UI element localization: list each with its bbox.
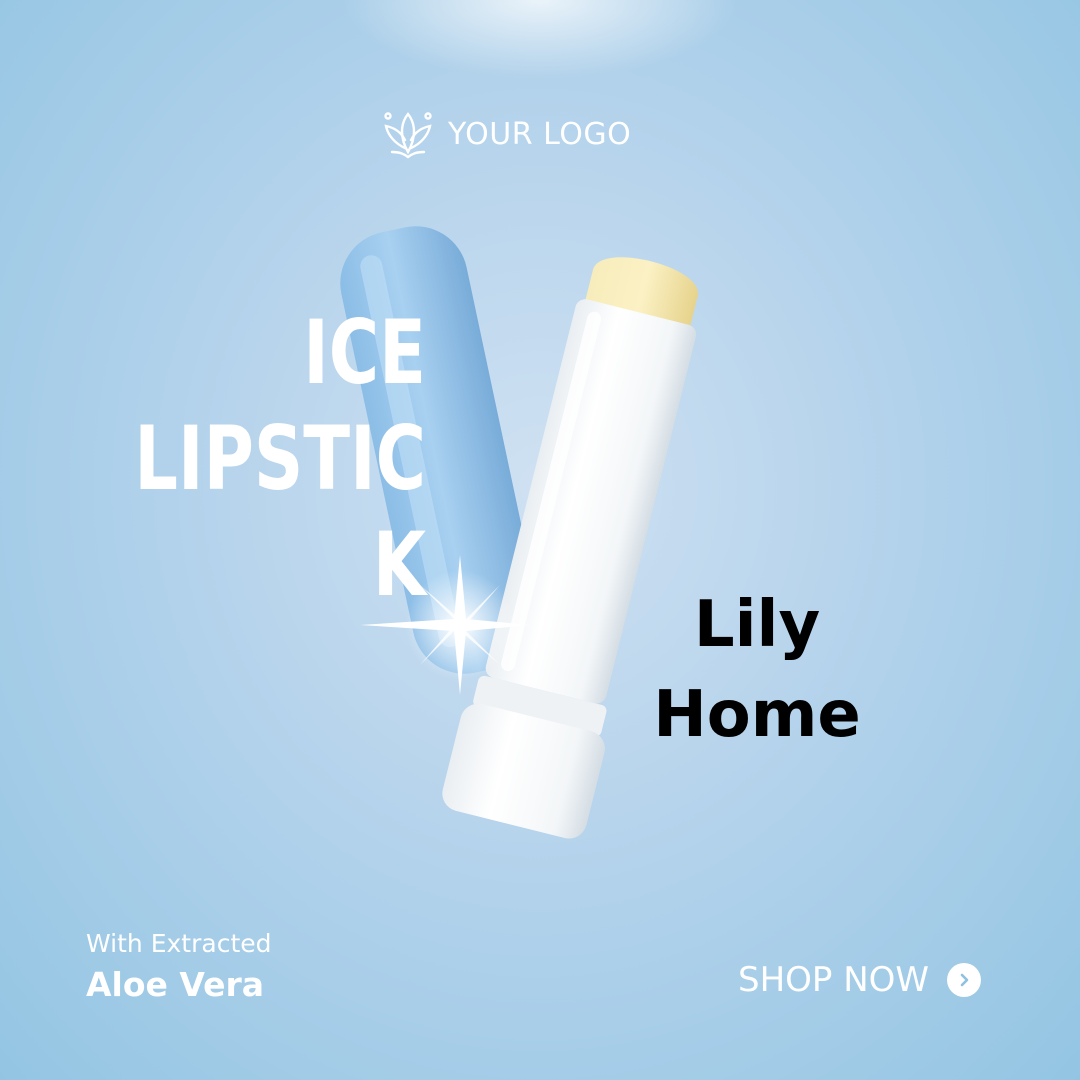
shop-now-label: SHOP NOW (738, 960, 930, 1000)
brand-line: Home (653, 678, 861, 752)
shop-now-button[interactable]: SHOP NOW (738, 960, 982, 1000)
chevron-right-circle-icon[interactable] (947, 963, 982, 997)
logo-text: YOUR LOGO (448, 116, 632, 152)
headline-line: ICE (303, 301, 426, 404)
brand-line: Lily (693, 588, 821, 662)
tagline: With Extracted Aloe Vera (86, 926, 272, 1008)
logo: YOUR LOGO (382, 108, 631, 160)
tagline-ingredient: Aloe Vera (86, 965, 265, 1004)
tagline-subtitle: With Extracted (86, 929, 272, 958)
headline-line: LIPSTIC (134, 407, 426, 510)
headline: ICE LIPSTIC K (134, 300, 426, 618)
brand-name: Lily Home (642, 580, 872, 760)
headline-line: K (372, 513, 426, 616)
background-glow (340, 0, 740, 80)
lotus-icon (382, 108, 434, 160)
